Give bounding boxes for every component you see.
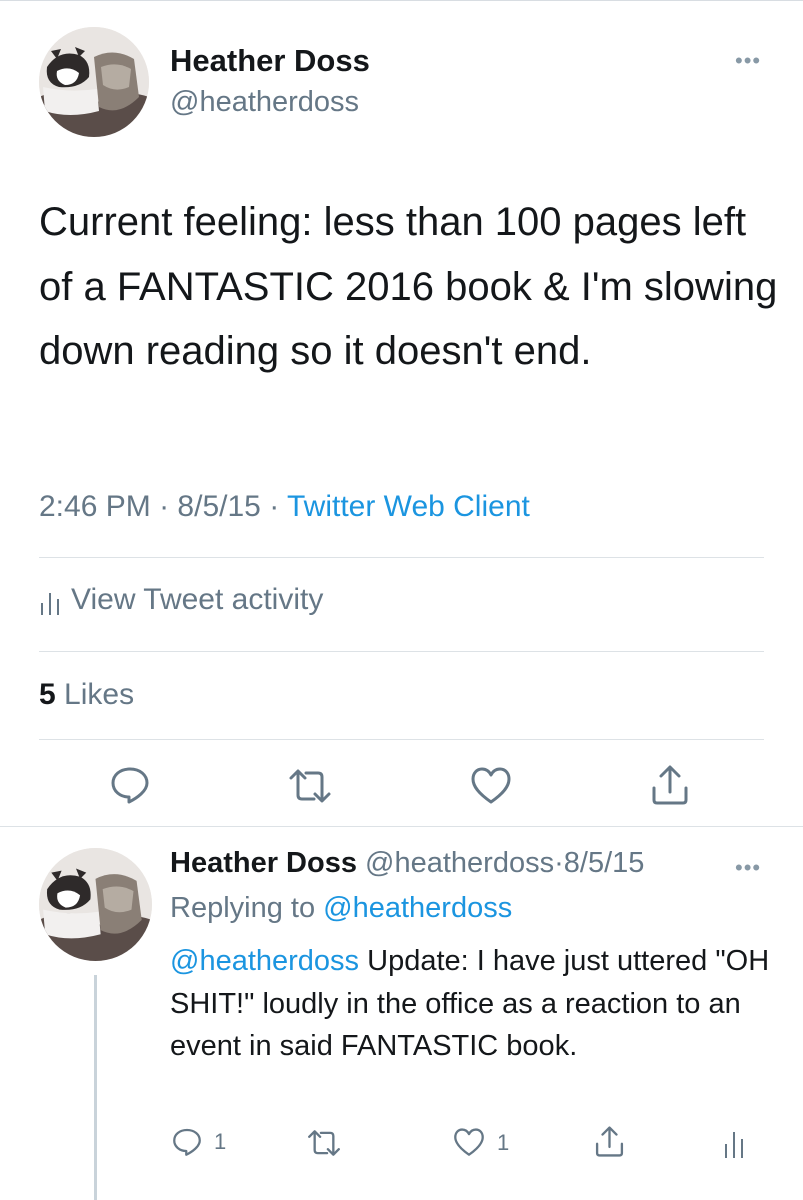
likes-stat[interactable]: 5 Likes	[39, 678, 134, 712]
tweet-separator	[0, 826, 803, 827]
reply-author-handle[interactable]: @heatherdoss	[365, 847, 554, 879]
likes-count: 5	[39, 678, 56, 711]
reply-text: @heatherdoss Update: I have just uttered…	[170, 940, 770, 1068]
view-tweet-activity-label: View Tweet activity	[71, 583, 324, 616]
divider	[39, 651, 764, 652]
reply-button[interactable]: 1	[172, 1127, 226, 1157]
likes-label: Likes	[64, 678, 135, 711]
avatar-cat-photo	[39, 27, 149, 137]
reply-icon	[111, 767, 149, 804]
divider	[39, 557, 764, 558]
replying-to-link[interactable]: @heatherdoss	[323, 892, 512, 924]
author-name[interactable]: Heather Doss	[170, 43, 370, 79]
reply-icon	[173, 1128, 201, 1156]
tweet-meta: 2:46 PM · 8/5/15 · Twitter Web Client	[39, 490, 530, 524]
reply-avatar[interactable]	[39, 848, 152, 961]
thread-line	[94, 975, 97, 1200]
tweet-client-link[interactable]: Twitter Web Client	[287, 490, 530, 523]
like-count: 1	[497, 1129, 510, 1155]
retweet-icon	[308, 1130, 340, 1156]
tweet-date: 8/5/15	[177, 490, 261, 523]
more-icon[interactable]: •••	[735, 50, 761, 72]
meta-separator: ·	[554, 847, 564, 879]
avatar[interactable]	[39, 27, 149, 137]
tweet-text: Current feeling: less than 100 pages lef…	[39, 200, 778, 373]
reply-author-name[interactable]: Heather Doss	[170, 847, 357, 879]
like-icon	[454, 1128, 484, 1156]
reply-header: Heather Doss @heatherdoss·8/5/15	[170, 847, 644, 880]
replying-to: Replying to @heatherdoss	[170, 892, 512, 925]
avatar-cat-photo	[39, 848, 152, 961]
more-icon[interactable]: •••	[735, 857, 761, 879]
analytics-icon	[41, 593, 59, 615]
share-button[interactable]	[594, 1125, 625, 1158]
meta-separator: ·	[159, 490, 170, 523]
view-tweet-activity[interactable]: View Tweet activity	[39, 583, 323, 617]
like-button[interactable]	[470, 767, 512, 805]
analytics-icon	[725, 1132, 743, 1158]
author-handle[interactable]: @heatherdoss	[170, 86, 359, 119]
meta-separator: ·	[269, 490, 280, 523]
top-divider	[0, 0, 803, 1]
like-icon	[471, 767, 511, 804]
reply-date[interactable]: 8/5/15	[564, 847, 645, 879]
mention-link[interactable]: @heatherdoss	[170, 945, 359, 977]
share-icon	[595, 1126, 624, 1157]
divider	[39, 739, 764, 740]
retweet-button[interactable]	[287, 768, 333, 804]
share-icon	[652, 765, 688, 805]
retweet-button[interactable]	[306, 1129, 342, 1157]
like-button[interactable]: 1	[453, 1128, 509, 1157]
share-button[interactable]	[650, 764, 690, 806]
replying-prefix: Replying to	[170, 892, 316, 924]
retweet-icon	[289, 769, 331, 803]
tweet-time: 2:46 PM	[39, 490, 151, 523]
analytics-button[interactable]	[723, 1128, 745, 1158]
reply-count: 1	[214, 1129, 227, 1154]
reply-button[interactable]	[110, 766, 150, 804]
